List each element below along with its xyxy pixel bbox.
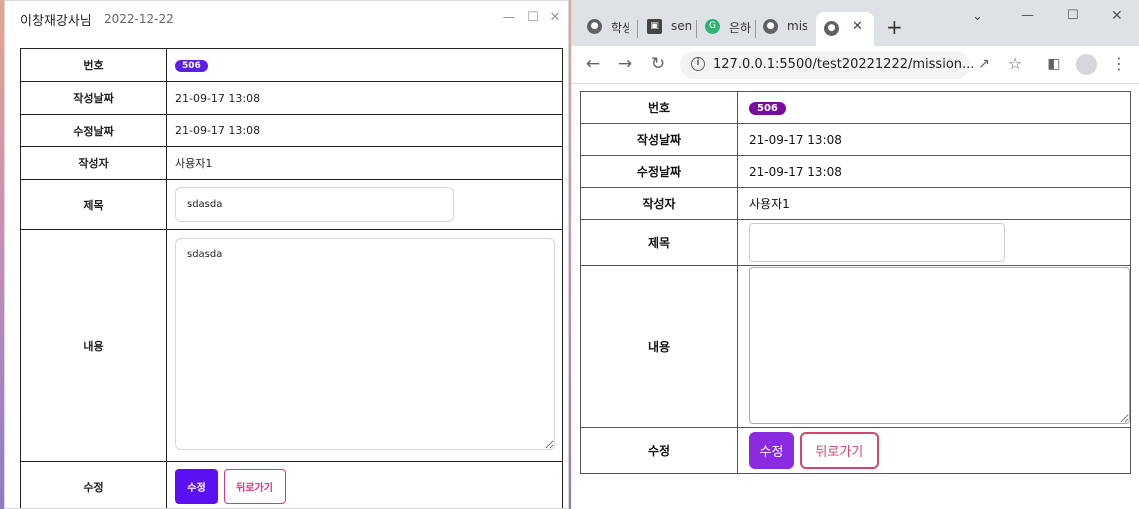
- table-row: 작성날짜 21-09-17 13:08: [580, 123, 1131, 156]
- table-row: 수정날짜 21-09-17 13:08: [20, 114, 563, 147]
- left-titlebar: 이창재강사님 2022-12-22 — ☐ ✕: [5, 1, 568, 37]
- number-cell: 506: [737, 91, 1131, 124]
- tab-separator: [755, 20, 756, 38]
- modified-label: 수정날짜: [20, 114, 167, 147]
- maximize-icon[interactable]: ☐: [1067, 8, 1079, 23]
- title-cell: [737, 219, 1131, 266]
- title-input[interactable]: [749, 223, 1005, 262]
- tab-separator: [696, 20, 697, 38]
- globe-icon: ●: [763, 19, 778, 34]
- new-tab-icon[interactable]: +: [886, 17, 903, 37]
- author-label: 작성자: [20, 146, 167, 180]
- tab-label: 학생: [611, 21, 629, 35]
- minimize-icon[interactable]: —: [501, 9, 517, 27]
- created-value: 21-09-17 13:08: [737, 123, 1131, 156]
- browser-window: ● ✕ ● 학생 ▣ sen G 은하 ● mis + ⌄ — ☐ ✕ ← → …: [571, 0, 1139, 509]
- left-edit-form-table: 번호 506 작성날짜 21-09-17 13:08 수정날짜 21-09-17…: [20, 48, 563, 508]
- content-label: 내용: [20, 229, 167, 462]
- tab-search-icon[interactable]: ⌄: [972, 9, 983, 24]
- tab-separator: [637, 20, 638, 38]
- close-tab-icon[interactable]: ✕: [852, 19, 863, 34]
- forward-arrow-icon[interactable]: →: [615, 54, 635, 74]
- edit-label: 수정: [20, 461, 167, 508]
- number-badge: 506: [175, 60, 208, 72]
- table-row: 작성자 사용자1: [580, 187, 1131, 220]
- tab-1[interactable]: ● 학생: [587, 12, 629, 46]
- globe-icon: ●: [824, 21, 839, 36]
- save-button[interactable]: 수정: [749, 432, 794, 469]
- back-button[interactable]: 뒤로가기: [223, 469, 286, 504]
- tab-2[interactable]: ▣ sen: [647, 12, 691, 46]
- profile-avatar-icon[interactable]: [1076, 54, 1097, 75]
- number-cell: 506: [166, 48, 563, 82]
- created-label: 작성날짜: [20, 81, 167, 115]
- content-label: 내용: [580, 265, 738, 428]
- save-button[interactable]: 수정: [175, 469, 218, 504]
- window-title: 이창재강사님: [20, 14, 92, 29]
- modified-value: 21-09-17 13:08: [166, 114, 563, 147]
- extension-icon: G: [705, 19, 720, 34]
- table-row: 작성자 사용자1: [20, 146, 563, 180]
- url-text[interactable]: 127.0.0.1:5500/test20221222/mission...: [713, 57, 974, 72]
- table-row: 내용: [580, 265, 1131, 428]
- close-window-icon[interactable]: ✕: [1111, 8, 1123, 24]
- table-row: 내용 sdasda: [20, 229, 563, 462]
- close-icon[interactable]: ✕: [547, 9, 563, 27]
- content-cell: sdasda: [166, 229, 563, 462]
- content-cell: [737, 265, 1131, 428]
- globe-icon: ●: [587, 19, 602, 34]
- created-label: 작성날짜: [580, 123, 738, 156]
- menu-kebab-icon[interactable]: ⋮: [1109, 54, 1129, 74]
- tab-label: mis: [787, 19, 807, 33]
- author-value: 사용자1: [166, 146, 563, 180]
- tab-strip: ● ✕ ● 학생 ▣ sen G 은하 ● mis + ⌄ — ☐ ✕: [571, 0, 1139, 46]
- right-edit-form-table: 번호 506 작성날짜 21-09-17 13:08 수정날짜 21-09-17…: [580, 91, 1131, 474]
- table-row: 제목: [580, 219, 1131, 266]
- author-label: 작성자: [580, 187, 738, 220]
- table-row: 번호 506: [580, 91, 1131, 124]
- reload-icon[interactable]: ↻: [648, 54, 668, 74]
- left-app-window: 이창재강사님 2022-12-22 — ☐ ✕ 번호 506 작성날짜 21-0…: [4, 0, 569, 509]
- window-date: 2022-12-22: [104, 12, 174, 26]
- number-label: 번호: [20, 48, 167, 82]
- title-input[interactable]: [175, 187, 454, 222]
- minimize-icon[interactable]: —: [1021, 8, 1034, 23]
- title-cell: [166, 179, 563, 230]
- bookmark-star-icon[interactable]: ☆: [1005, 54, 1025, 74]
- omnibox[interactable]: i 127.0.0.1:5500/test20221222/mission...: [680, 51, 974, 79]
- maximize-icon[interactable]: ☐: [525, 9, 541, 27]
- info-icon[interactable]: i: [691, 57, 705, 71]
- back-arrow-icon[interactable]: ←: [583, 54, 603, 74]
- share-icon[interactable]: ↗: [974, 54, 994, 74]
- modified-label: 수정날짜: [580, 155, 738, 188]
- number-label: 번호: [580, 91, 738, 124]
- title-label: 제목: [20, 179, 167, 230]
- tab-label: sen: [671, 19, 691, 33]
- table-row: 수정 수정 뒤로가기: [580, 427, 1131, 474]
- tab-label: 은하: [729, 21, 751, 35]
- tab-3[interactable]: G 은하: [705, 12, 751, 46]
- table-row: 제목: [20, 179, 563, 230]
- table-row: 수정 수정 뒤로가기: [20, 461, 563, 508]
- table-row: 수정날짜 21-09-17 13:08: [580, 155, 1131, 188]
- tab-active[interactable]: ● ✕: [816, 12, 874, 46]
- actions-cell: 수정 뒤로가기: [737, 427, 1131, 474]
- title-label: 제목: [580, 219, 738, 266]
- actions-cell: 수정 뒤로가기: [166, 461, 563, 508]
- tab-4[interactable]: ● mis: [763, 12, 807, 46]
- table-row: 번호 506: [20, 48, 563, 82]
- content-textarea[interactable]: sdasda: [175, 238, 555, 450]
- modified-value: 21-09-17 13:08: [737, 155, 1131, 188]
- back-button[interactable]: 뒤로가기: [799, 432, 879, 469]
- edit-label: 수정: [580, 427, 738, 474]
- table-row: 작성날짜 21-09-17 13:08: [20, 81, 563, 115]
- created-value: 21-09-17 13:08: [166, 81, 563, 115]
- number-badge: 506: [749, 102, 786, 115]
- content-textarea[interactable]: [749, 266, 1130, 424]
- author-value: 사용자1: [737, 187, 1131, 220]
- terminal-icon: ▣: [647, 19, 662, 34]
- address-toolbar: ← → ↻ i 127.0.0.1:5500/test20221222/miss…: [571, 46, 1139, 84]
- side-panel-icon[interactable]: ◧: [1044, 54, 1064, 74]
